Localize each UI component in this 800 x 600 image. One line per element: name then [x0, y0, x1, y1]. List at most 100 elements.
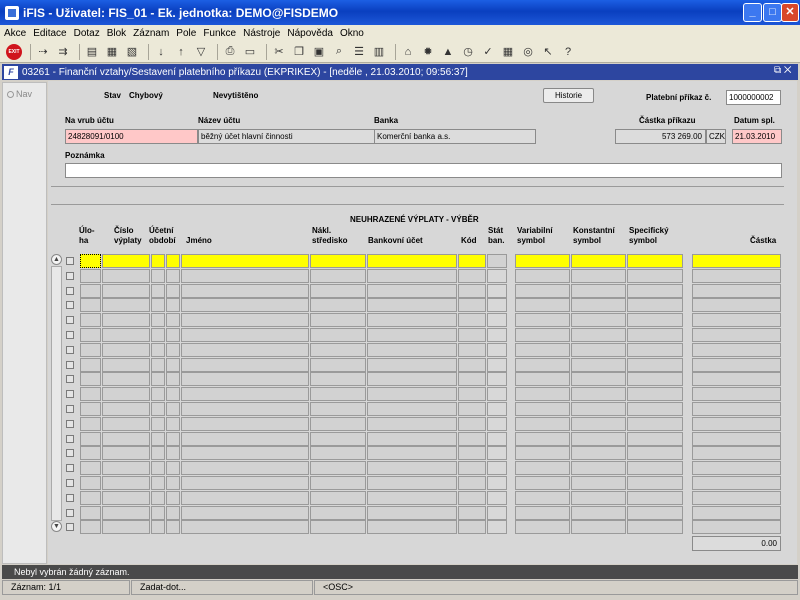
cell-spec[interactable] — [627, 313, 683, 327]
cell-stat[interactable] — [487, 402, 507, 416]
cell-nakl[interactable] — [310, 432, 366, 446]
cell-nakl[interactable] — [310, 254, 366, 268]
cell-var[interactable] — [515, 269, 570, 283]
mena-field[interactable]: CZK — [706, 129, 726, 144]
cell-cislo[interactable] — [102, 372, 150, 386]
cell-konst[interactable] — [571, 402, 626, 416]
copy-icon[interactable]: ❐ — [291, 44, 307, 60]
cell-ucetni-b[interactable] — [166, 446, 180, 460]
cell-konst[interactable] — [571, 432, 626, 446]
cell-ucetni-b[interactable] — [166, 343, 180, 357]
cell-cislo[interactable] — [102, 446, 150, 460]
cell-var[interactable] — [515, 446, 570, 460]
cell-castka[interactable] — [692, 461, 781, 475]
cell-bank[interactable] — [367, 298, 457, 312]
cell-cislo[interactable] — [102, 269, 150, 283]
cell-spec[interactable] — [627, 343, 683, 357]
cell-bank[interactable] — [367, 372, 457, 386]
cell-uloha[interactable] — [80, 254, 101, 268]
calc-icon[interactable]: ▥ — [371, 44, 387, 60]
menu-blok[interactable]: Blok — [107, 28, 126, 39]
cell-spec[interactable] — [627, 328, 683, 342]
cell-spec[interactable] — [627, 284, 683, 298]
cell-nakl[interactable] — [310, 269, 366, 283]
cell-var[interactable] — [515, 343, 570, 357]
menu-zaznam[interactable]: Záznam — [133, 28, 169, 39]
home-icon[interactable]: ⌂ — [400, 44, 416, 60]
cell-cislo[interactable] — [102, 461, 150, 475]
cell-ucetni-a[interactable] — [151, 254, 165, 268]
cell-ucetni-b[interactable] — [166, 298, 180, 312]
cell-castka[interactable] — [692, 284, 781, 298]
cell-bank[interactable] — [367, 387, 457, 401]
cell-var[interactable] — [515, 298, 570, 312]
cell-bank[interactable] — [367, 461, 457, 475]
cell-ucetni-b[interactable] — [166, 402, 180, 416]
cell-konst[interactable] — [571, 372, 626, 386]
cell-bank[interactable] — [367, 446, 457, 460]
close-button[interactable]: ✕ — [781, 3, 799, 22]
lock-record-icon[interactable]: ▦ — [104, 44, 120, 60]
enter-query-icon[interactable]: ⇢ — [35, 44, 51, 60]
cell-nakl[interactable] — [310, 491, 366, 505]
delete-record-icon[interactable]: ▧ — [124, 44, 140, 60]
cell-bank[interactable] — [367, 506, 457, 520]
cell-cislo[interactable] — [102, 254, 150, 268]
cell-castka[interactable] — [692, 372, 781, 386]
cell-uloha[interactable] — [80, 284, 101, 298]
cell-uloha[interactable] — [80, 506, 101, 520]
cell-ucetni-a[interactable] — [151, 417, 165, 431]
cell-stat[interactable] — [487, 387, 507, 401]
cell-cislo[interactable] — [102, 417, 150, 431]
cell-kod[interactable] — [458, 387, 486, 401]
cell-stat[interactable] — [487, 446, 507, 460]
cell-stat[interactable] — [487, 520, 507, 534]
cell-nakl[interactable] — [310, 343, 366, 357]
cell-stat[interactable] — [487, 358, 507, 372]
cell-konst[interactable] — [571, 284, 626, 298]
cell-konst[interactable] — [571, 476, 626, 490]
cell-jmeno[interactable] — [181, 254, 309, 268]
paste-icon[interactable]: ▣ — [311, 44, 327, 60]
cell-bank[interactable] — [367, 254, 457, 268]
cell-nakl[interactable] — [310, 328, 366, 342]
cell-ucetni-b[interactable] — [166, 328, 180, 342]
cell-nakl[interactable] — [310, 313, 366, 327]
cell-ucetni-a[interactable] — [151, 358, 165, 372]
list-icon[interactable]: ☰ — [351, 44, 367, 60]
check-icon[interactable]: ✓ — [480, 44, 496, 60]
cell-var[interactable] — [515, 461, 570, 475]
cell-spec[interactable] — [627, 269, 683, 283]
cell-jmeno[interactable] — [181, 343, 309, 357]
menu-dotaz[interactable]: Dotaz — [74, 28, 100, 39]
cell-cislo[interactable] — [102, 298, 150, 312]
cell-nakl[interactable] — [310, 461, 366, 475]
cell-ucetni-a[interactable] — [151, 328, 165, 342]
cell-var[interactable] — [515, 358, 570, 372]
cell-var[interactable] — [515, 328, 570, 342]
row-select-checkbox[interactable] — [66, 523, 74, 531]
cell-stat[interactable] — [487, 372, 507, 386]
cell-uloha[interactable] — [80, 520, 101, 534]
cell-nakl[interactable] — [310, 358, 366, 372]
menu-funkce[interactable]: Funkce — [203, 28, 236, 39]
cell-ucetni-a[interactable] — [151, 506, 165, 520]
cell-ucetni-a[interactable] — [151, 402, 165, 416]
cell-stat[interactable] — [487, 328, 507, 342]
cell-nakl[interactable] — [310, 387, 366, 401]
cell-stat[interactable] — [487, 432, 507, 446]
cell-ucetni-b[interactable] — [166, 432, 180, 446]
vrub-field[interactable]: 24828091/0100 — [65, 129, 198, 144]
cell-ucetni-b[interactable] — [166, 313, 180, 327]
cell-nakl[interactable] — [310, 402, 366, 416]
cell-var[interactable] — [515, 491, 570, 505]
cell-kod[interactable] — [458, 254, 486, 268]
row-select-checkbox[interactable] — [66, 257, 74, 265]
banka-field[interactable]: Komerční banka a.s. — [374, 129, 536, 144]
cell-uloha[interactable] — [80, 387, 101, 401]
cell-konst[interactable] — [571, 313, 626, 327]
cell-uloha[interactable] — [80, 298, 101, 312]
cell-cislo[interactable] — [102, 313, 150, 327]
cell-ucetni-a[interactable] — [151, 446, 165, 460]
cell-jmeno[interactable] — [181, 269, 309, 283]
